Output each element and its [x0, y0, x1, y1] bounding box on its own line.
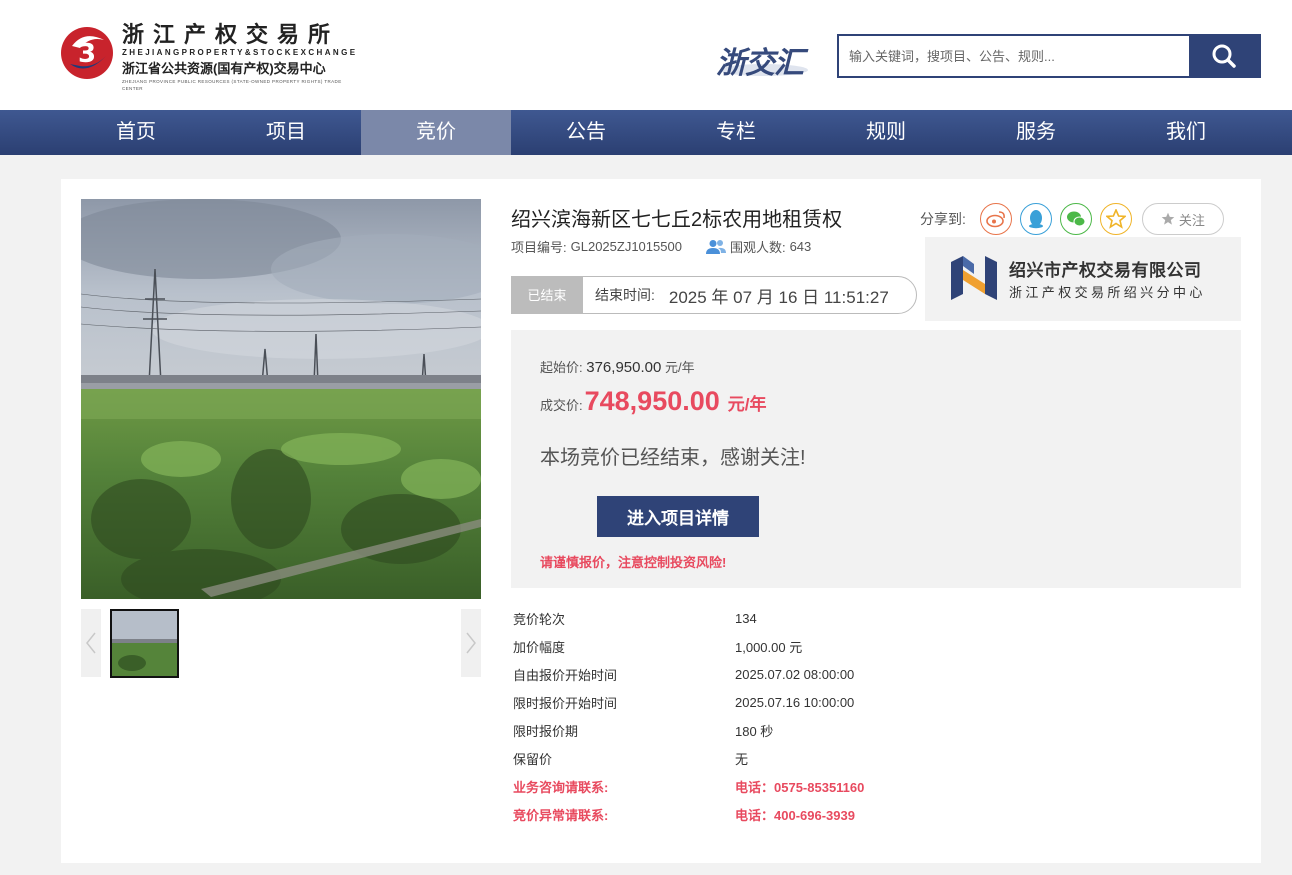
risk-warning: 请谨慎报价，注意控制投资风险! — [540, 555, 727, 570]
follow-button[interactable]: 关注 — [1141, 203, 1224, 235]
zhejiaohui-logo[interactable]: 浙交汇 — [712, 30, 816, 80]
info-key: 加价幅度 — [513, 639, 566, 655]
nav-rules[interactable]: 规则 — [811, 110, 961, 155]
viewer-count-value: 643 — [789, 239, 812, 254]
share-wechat-button[interactable] — [1059, 203, 1092, 235]
info-key: 限时报价开始时间 — [513, 695, 618, 711]
exception-phone[interactable]: 电话：400-696-3939 — [735, 805, 855, 824]
nav-announcements[interactable]: 公告 — [511, 110, 661, 155]
search-input[interactable] — [839, 36, 1189, 76]
info-row-rounds: 竞价轮次 134 — [513, 604, 1013, 632]
search-box — [837, 34, 1261, 78]
project-code-label: 项目编号: — [511, 240, 567, 255]
auction-status: 已结束 结束时间: 2025 年 07 月 16 日 11:51:27 — [511, 275, 917, 314]
info-value: 1,000.00 元 — [735, 639, 803, 655]
project-code: GL2025ZJ1015500 — [570, 239, 682, 254]
nav-bidding[interactable]: 竞价 — [361, 110, 511, 155]
start-price-unit: 元/年 — [664, 360, 695, 375]
auction-ended-message: 本场竞价已经结束，感谢关注! — [540, 447, 806, 469]
organizer-subtitle: 浙江产权交易所绍兴分中心 — [1009, 285, 1206, 300]
info-value: 2025.07.16 10:00:00 — [735, 694, 855, 710]
info-key: 业务咨询请联系: — [513, 779, 609, 795]
info-row-increment: 加价幅度 1,000.00 元 — [513, 632, 1013, 660]
info-value: 2025.07.02 08:00:00 — [735, 666, 855, 682]
nav-about[interactable]: 我们 — [1111, 110, 1261, 155]
follow-label: 关注 — [1178, 212, 1205, 228]
project-main-photo[interactable] — [81, 199, 481, 599]
deal-price-value: 748,950.00 — [584, 386, 720, 416]
logo-subtitle-english: ZHEJIANG PROVINCE PUBLIC RESOURCES (STAT… — [122, 79, 342, 91]
logo-title: 浙江产权交易所 — [122, 22, 340, 48]
wechat-icon — [1066, 211, 1086, 227]
deal-price-unit: 元/年 — [727, 395, 767, 414]
logo-english: ZHEJIANGPROPERTY&STOCKEXCHANGE — [122, 48, 358, 57]
info-row-timed-bid-start: 限时报价开始时间 2025.07.16 10:00:00 — [513, 688, 1013, 716]
info-key: 保留价 — [513, 751, 553, 767]
info-key: 竞价轮次 — [513, 611, 566, 627]
nav-home[interactable]: 首页 — [61, 110, 211, 155]
info-row-reserve-price: 保留价 无 — [513, 744, 1013, 772]
start-price-value: 376,950.00 — [586, 359, 662, 376]
share-qq-button[interactable] — [1019, 203, 1052, 235]
thumbnail-strip — [81, 609, 481, 678]
organizer-logo-icon — [951, 256, 997, 300]
price-box: 起始价: 376,950.00 元/年 成交价: 748,950.00 元/年 … — [511, 330, 1241, 588]
main-nav: 首页 项目 竞价 公告 专栏 规则 服务 我们 — [0, 110, 1292, 155]
info-key: 自由报价开始时间 — [513, 667, 618, 683]
share-qzone-button[interactable] — [1099, 203, 1132, 235]
thumbnail-next-button[interactable] — [461, 609, 481, 677]
project-meta: 项目编号: GL2025ZJ1015500 围观人数: 643 — [511, 237, 811, 256]
start-price-label: 起始价: — [540, 360, 583, 375]
logo-emblem-icon: 3 — [61, 27, 113, 79]
chevron-left-icon — [86, 632, 96, 654]
share-bar: 分享到: 关注 — [920, 203, 1224, 235]
farmland-thumbnail-image — [112, 611, 177, 676]
site-logo[interactable]: 3 浙江产权交易所 ZHEJIANGPROPERTY&STOCKEXCHANGE… — [60, 22, 360, 91]
status-badge: 已结束 — [511, 275, 583, 314]
nav-columns[interactable]: 专栏 — [661, 110, 811, 155]
project-panel: 绍兴滨海新区七七丘2标农用地租赁权 项目编号: GL2025ZJ1015500 … — [61, 179, 1261, 863]
qzone-star-icon — [1105, 209, 1126, 229]
share-weibo-button[interactable] — [979, 203, 1012, 235]
info-row-business-contact: 业务咨询请联系: 电话：0575-85351160 — [513, 772, 1013, 800]
share-label: 分享到: — [920, 211, 966, 227]
chevron-right-icon — [466, 632, 476, 654]
thumbnail-item[interactable] — [110, 609, 179, 678]
nav-services[interactable]: 服务 — [961, 110, 1111, 155]
zhejiaohui-text: 浙交汇 — [716, 47, 804, 80]
info-value: 180 秒 — [735, 723, 774, 739]
project-title: 绍兴滨海新区七七丘2标农用地租赁权 — [511, 209, 843, 231]
info-key: 限时报价期 — [513, 723, 579, 739]
start-price: 起始价: 376,950.00 元/年 — [540, 357, 695, 376]
weibo-icon — [986, 211, 1005, 228]
logo-subtitle: 浙江省公共资源(国有产权)交易中心 — [122, 61, 326, 76]
info-key: 竞价异常请联系: — [513, 807, 609, 823]
users-icon — [705, 239, 726, 254]
deal-price-label: 成交价: — [540, 398, 583, 413]
business-phone[interactable]: 电话：0575-85351160 — [735, 777, 864, 796]
project-detail-button[interactable]: 进入项目详情 — [597, 496, 759, 537]
farmland-photo-image — [81, 199, 481, 599]
search-icon — [1212, 44, 1236, 68]
star-icon — [1161, 212, 1175, 225]
info-value: 无 — [735, 751, 749, 767]
qq-icon — [1028, 210, 1043, 229]
auction-info-list: 竞价轮次 134 加价幅度 1,000.00 元 自由报价开始时间 2025.0… — [513, 604, 1013, 828]
nav-projects[interactable]: 项目 — [211, 110, 361, 155]
viewer-count: 围观人数: 643 — [705, 237, 812, 256]
thumbnail-prev-button[interactable] — [81, 609, 101, 677]
end-time-value: 2025 年 07 月 16 日 11:51:27 — [668, 287, 889, 307]
viewer-count-label: 围观人数: — [729, 240, 786, 255]
search-button[interactable] — [1189, 36, 1259, 76]
svg-text:3: 3 — [78, 39, 96, 69]
info-row-exception-contact: 竞价异常请联系: 电话：400-696-3939 — [513, 800, 1013, 828]
info-row-timed-bid-period: 限时报价期 180 秒 — [513, 716, 1013, 744]
info-value: 134 — [735, 610, 757, 626]
organizer-card[interactable]: 绍兴市产权交易有限公司 浙江产权交易所绍兴分中心 — [925, 237, 1241, 321]
site-header: 3 浙江产权交易所 ZHEJIANGPROPERTY&STOCKEXCHANGE… — [0, 0, 1292, 110]
deal-price: 成交价: 748,950.00 元/年 — [540, 386, 767, 417]
info-row-free-bid-start: 自由报价开始时间 2025.07.02 08:00:00 — [513, 660, 1013, 688]
end-time-label: 结束时间: — [595, 287, 655, 303]
organizer-name: 绍兴市产权交易有限公司 — [1009, 261, 1202, 280]
